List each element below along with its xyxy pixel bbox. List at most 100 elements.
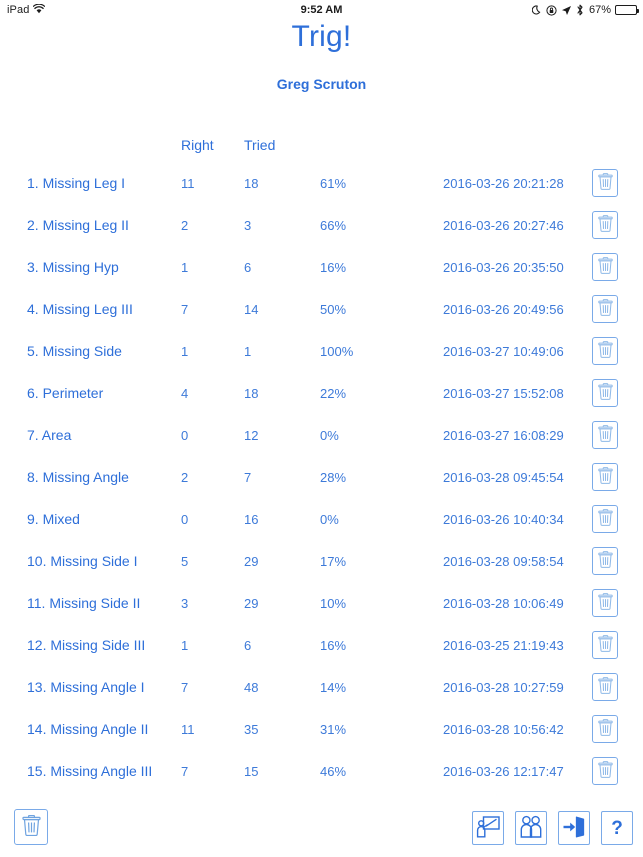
row-date-value: 2016-03-26 20:27:46: [443, 217, 564, 233]
row-date-value: 2016-03-26 10:40:34: [443, 511, 564, 527]
row-percent-value: 0%: [320, 511, 339, 527]
row-delete-button[interactable]: [592, 505, 618, 533]
row-right-value: 1: [181, 259, 189, 275]
students-group-icon: [519, 814, 543, 842]
row-delete-button[interactable]: [592, 295, 618, 323]
table-row[interactable]: 10. Missing Side I 5 29 17% 2016-03-28 09:58…: [0, 540, 643, 582]
table-row[interactable]: 7. Area 0 12 0% 2016-03-27 16:08:29: [0, 414, 643, 456]
row-right-value: 7: [181, 763, 189, 779]
row-percent-value: 28%: [320, 469, 347, 485]
table-row[interactable]: 14. Missing Angle II 11 35 31% 2016-03-28 10…: [0, 708, 643, 750]
battery-icon: [615, 5, 639, 15]
table-row[interactable]: 11. Missing Side II 3 29 10% 2016-03-28 10:0…: [0, 582, 643, 624]
delete-all-button[interactable]: [14, 809, 48, 845]
trash-icon: [597, 551, 613, 571]
row-right-value: 1: [181, 343, 189, 359]
row-right-value: 1: [181, 637, 189, 653]
row-date-value: 2016-03-28 09:58:54: [443, 553, 564, 569]
trash-icon: [597, 299, 613, 319]
row-delete-button[interactable]: [592, 463, 618, 491]
trash-icon: [597, 425, 613, 445]
row-date-value: 2016-03-28 10:27:59: [443, 679, 564, 695]
rotation-lock-icon: [546, 4, 557, 16]
row-tried-value: 7: [244, 469, 252, 485]
row-name-label: 10. Missing Side I: [27, 553, 138, 569]
row-name-label: 11. Missing Side II: [27, 595, 141, 611]
teacher-button[interactable]: [472, 811, 504, 845]
table-row[interactable]: 2. Missing Leg II 2 3 66% 2016-03-26 20:27:4…: [0, 204, 643, 246]
table-row[interactable]: 8. Missing Angle 2 7 28% 2016-03-28 09:45:54: [0, 456, 643, 498]
row-percent-value: 16%: [320, 637, 347, 653]
help-button[interactable]: ?: [601, 811, 633, 845]
row-date-value: 2016-03-26 12:17:47: [443, 763, 564, 779]
row-name-label: 4. Missing Leg III: [27, 301, 133, 317]
row-tried-value: 29: [244, 595, 259, 611]
row-percent-value: 22%: [320, 385, 347, 401]
row-date-value: 2016-03-27 15:52:08: [443, 385, 564, 401]
help-label: ?: [611, 817, 623, 839]
row-percent-value: 17%: [320, 553, 347, 569]
row-name-label: 5. Missing Side: [27, 343, 122, 359]
results-table: Right Tried 1. Missing Leg I 11 18 61% 2016-…: [0, 128, 643, 792]
trash-icon: [21, 814, 41, 839]
exit-button[interactable]: [558, 811, 590, 845]
row-delete-button[interactable]: [592, 673, 618, 701]
status-bar-right: 67%: [531, 4, 639, 16]
trash-icon: [597, 467, 613, 487]
row-name-label: 7. Area: [27, 427, 72, 443]
row-delete-button[interactable]: [592, 589, 618, 617]
row-delete-button[interactable]: [592, 715, 618, 743]
row-tried-value: 6: [244, 637, 252, 653]
column-header-tried: Tried: [244, 137, 276, 153]
table-row[interactable]: 3. Missing Hyp 1 6 16% 2016-03-26 20:35:50: [0, 246, 643, 288]
page-title: Trig!: [291, 20, 352, 53]
row-delete-button[interactable]: [592, 547, 618, 575]
row-delete-button[interactable]: [592, 421, 618, 449]
row-name-label: 9. Mixed: [27, 511, 80, 527]
trash-icon: [597, 719, 613, 739]
row-date-value: 2016-03-27 10:49:06: [443, 343, 564, 359]
row-tried-value: 6: [244, 259, 252, 275]
row-percent-value: 61%: [320, 175, 347, 191]
table-row[interactable]: 4. Missing Leg III 7 14 50% 2016-03-26 20:49…: [0, 288, 643, 330]
table-row[interactable]: 6. Perimeter 4 18 22% 2016-03-27 15:52:08: [0, 372, 643, 414]
table-row[interactable]: 15. Missing Angle III 7 15 46% 2016-03-26 12…: [0, 750, 643, 792]
user-name-label: Greg Scruton: [276, 76, 367, 92]
column-header-right: Right: [181, 137, 214, 153]
students-button[interactable]: [515, 811, 547, 845]
row-date-value: 2016-03-25 21:19:43: [443, 637, 564, 653]
row-delete-button[interactable]: [592, 169, 618, 197]
row-tried-value: 18: [244, 175, 259, 191]
table-row[interactable]: 12. Missing Side III 1 6 16% 2016-03-25 21:1…: [0, 624, 643, 666]
row-percent-value: 10%: [320, 595, 347, 611]
row-tried-value: 29: [244, 553, 259, 569]
row-percent-value: 31%: [320, 721, 347, 737]
row-name-label: 6. Perimeter: [27, 385, 104, 401]
row-tried-value: 12: [244, 427, 259, 443]
row-percent-value: 16%: [320, 259, 347, 275]
row-tried-value: 35: [244, 721, 259, 737]
table-row[interactable]: 1. Missing Leg I 11 18 61% 2016-03-26 20:21:…: [0, 162, 643, 204]
battery-cap: [637, 9, 639, 13]
table-row[interactable]: 13. Missing Angle I 7 48 14% 2016-03-28 10:2…: [0, 666, 643, 708]
row-date-value: 2016-03-26 20:35:50: [443, 259, 564, 275]
table-header-row: Right Tried: [0, 128, 643, 162]
row-right-value: 11: [181, 175, 195, 191]
row-percent-value: 0%: [320, 427, 339, 443]
row-delete-button[interactable]: [592, 631, 618, 659]
row-delete-button[interactable]: [592, 253, 618, 281]
row-tried-value: 15: [244, 763, 259, 779]
trash-icon: [597, 677, 613, 697]
row-delete-button[interactable]: [592, 211, 618, 239]
row-tried-value: 48: [244, 679, 259, 695]
trash-icon: [597, 509, 613, 529]
trash-icon: [597, 257, 613, 277]
row-delete-button[interactable]: [592, 757, 618, 785]
row-tried-value: 14: [244, 301, 259, 317]
table-row[interactable]: 9. Mixed 0 16 0% 2016-03-26 10:40:34: [0, 498, 643, 540]
table-row[interactable]: 5. Missing Side 1 1 100% 2016-03-27 10:49:06: [0, 330, 643, 372]
row-delete-button[interactable]: [592, 337, 618, 365]
row-right-value: 5: [181, 553, 189, 569]
row-delete-button[interactable]: [592, 379, 618, 407]
teacher-whiteboard-icon: [476, 814, 500, 842]
